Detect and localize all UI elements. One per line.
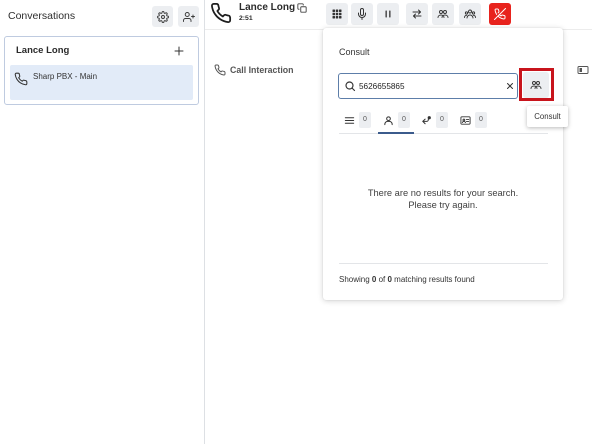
copy-icon xyxy=(297,3,307,13)
conference-button[interactable] xyxy=(459,3,481,25)
queue-icon xyxy=(422,115,431,124)
transfer-icon xyxy=(412,9,422,19)
empty-state-line: There are no results for your search. xyxy=(367,188,519,198)
consult-toolbar-button[interactable] xyxy=(432,3,454,25)
divider xyxy=(339,263,548,264)
summary-text: of xyxy=(376,275,388,284)
consult-panel: Consult Consult 0 0 0 0 There are no res… xyxy=(323,28,568,300)
tab-count: 0 xyxy=(475,112,487,128)
tab-count: 0 xyxy=(359,112,371,128)
mic-icon xyxy=(358,8,366,20)
interaction-title: Call Interaction xyxy=(230,65,294,75)
consult-button[interactable] xyxy=(523,72,549,98)
clear-search-button[interactable] xyxy=(505,81,515,91)
phone-icon xyxy=(14,72,28,86)
consult-tooltip: Consult xyxy=(527,106,568,127)
hangup-icon xyxy=(494,8,506,20)
close-icon xyxy=(507,83,513,89)
side-panel-icon xyxy=(577,66,589,74)
search-field[interactable] xyxy=(338,73,518,99)
add-person-icon xyxy=(182,11,195,22)
dialpad-icon xyxy=(332,9,342,19)
tab-contacts[interactable]: 0 xyxy=(455,112,491,134)
copy-button[interactable] xyxy=(297,3,307,13)
tab-count: 0 xyxy=(398,112,410,128)
settings-button[interactable] xyxy=(152,6,173,27)
results-summary: Showing 0 of 0 matching results found xyxy=(339,275,475,285)
conversation-name: Lance Long xyxy=(16,45,70,56)
search-icon xyxy=(345,81,356,92)
hold-button[interactable] xyxy=(377,3,399,25)
add-person-button[interactable] xyxy=(178,6,199,27)
consult-panel-title: Consult xyxy=(339,47,370,57)
sidebar-title: Conversations xyxy=(8,10,76,22)
add-call-button[interactable] xyxy=(173,45,185,57)
dialpad-button[interactable] xyxy=(326,3,348,25)
panel-toggle-button[interactable] xyxy=(577,64,589,76)
tab-count: 0 xyxy=(436,112,448,128)
transfer-button[interactable] xyxy=(406,3,428,25)
tab-all[interactable]: 0 xyxy=(339,112,375,134)
conversations-sidebar: Conversations Lance Long Sharp PBX - Mai… xyxy=(0,0,205,444)
phone-icon xyxy=(214,64,226,76)
list-icon xyxy=(344,116,355,124)
tab-queues[interactable]: 0 xyxy=(416,112,452,134)
caller-name: Lance Long xyxy=(239,2,296,13)
conversation-item-label: Sharp PBX - Main xyxy=(33,72,98,81)
consult-icon xyxy=(530,81,542,89)
consult-icon xyxy=(437,10,449,18)
empty-state-line: Please try again. xyxy=(408,200,478,210)
call-timer: 2:51 xyxy=(239,15,253,22)
person-icon xyxy=(384,115,393,125)
summary-text: Showing xyxy=(339,275,372,284)
tab-users[interactable]: 0 xyxy=(378,112,414,134)
phone-icon xyxy=(211,2,232,23)
conversation-item[interactable]: Sharp PBX - Main xyxy=(10,65,193,100)
hangup-button[interactable] xyxy=(489,3,511,25)
conference-icon xyxy=(464,9,476,19)
empty-state-message: There are no results for your search. Pl… xyxy=(323,187,563,211)
summary-text: matching results found xyxy=(391,275,475,284)
search-input[interactable] xyxy=(359,74,499,98)
mute-button[interactable] xyxy=(351,3,373,25)
conversation-card: Lance Long Sharp PBX - Main xyxy=(4,36,199,105)
pause-icon xyxy=(385,10,391,18)
gear-icon xyxy=(156,10,169,23)
contact-card-icon xyxy=(460,115,471,125)
plus-icon xyxy=(174,46,184,56)
